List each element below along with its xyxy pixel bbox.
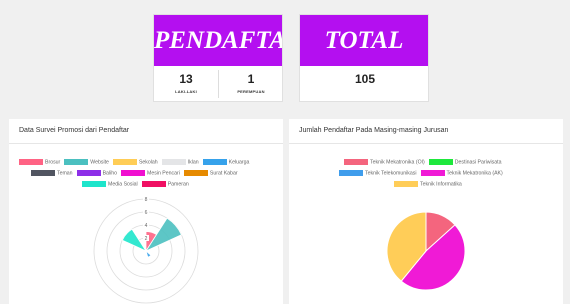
department-panel-title: Jumlah Pendaftar Pada Masing-masing Juru… <box>289 119 563 144</box>
pendaftar-card-title: PENDAFTAR <box>154 15 282 66</box>
legend-label: Media Sosial <box>108 181 138 188</box>
male-label: LAKI-LAKI <box>175 89 197 94</box>
legend-label: Destinasi Pariwisata <box>454 159 502 166</box>
survey-legend-baliho[interactable]: Baliho <box>76 170 117 177</box>
legend-swatch <box>394 181 418 187</box>
legend-swatch <box>202 159 227 165</box>
survey-legend-media-sosial[interactable]: Media Sosial <box>82 181 138 187</box>
female-count: 1 <box>247 72 255 86</box>
legend-swatch <box>141 181 166 187</box>
legend-swatch <box>183 170 208 176</box>
department-pie-chart <box>386 211 466 291</box>
total-card: TOTAL 105 <box>299 14 429 102</box>
polar-tick-label: 8 <box>145 197 148 203</box>
female-stat: 1 PEREMPUAN <box>219 66 282 101</box>
department-legend-teknik-telekomunikasi[interactable]: Teknik Telekomunikasi <box>339 170 417 176</box>
legend-label: Keluarga <box>228 159 250 166</box>
legend-label: Surat Kabar <box>209 170 238 177</box>
polar-tick-label: 2 <box>145 236 148 242</box>
survey-legend-teman[interactable]: Teman <box>31 170 73 176</box>
legend-label: Iklan <box>187 159 199 166</box>
legend-swatch <box>76 170 101 176</box>
department-legend-row-1: Teknik Mekatronika (OI) Destinasi Pariwis… <box>344 159 506 165</box>
survey-legend-website[interactable]: Website <box>64 159 109 165</box>
department-legend-row-3: Teknik Informatika <box>394 181 466 187</box>
total-stat: 105 <box>300 66 428 101</box>
legend-swatch <box>31 170 55 176</box>
female-label: PEREMPUAN <box>237 89 265 94</box>
survey-legend-keluarga[interactable]: Keluarga <box>202 159 250 166</box>
total-card-title: TOTAL <box>300 15 428 66</box>
legend-label: Mesin Pencari <box>147 170 180 177</box>
legend-label: Website <box>90 159 109 166</box>
legend-swatch <box>64 159 89 165</box>
legend-swatch <box>344 159 368 165</box>
pendaftar-card: PENDAFTAR 13 LAKI-LAKI 1 PEREMPUAN <box>153 14 283 102</box>
department-legend-destinasi-pariwisata[interactable]: Destinasi Pariwisata <box>428 159 502 166</box>
legend-swatch <box>420 170 445 176</box>
legend-label: Pameran <box>167 181 189 188</box>
survey-legend-pameran[interactable]: Pameran <box>141 181 189 188</box>
legend-label: Teman <box>57 170 73 177</box>
department-legend-teknik-mekatronika-oi[interactable]: Teknik Mekatronika (OI) <box>344 159 425 165</box>
survey-legend-brosur[interactable]: Brosur <box>19 159 60 165</box>
legend-swatch <box>339 170 363 176</box>
legend-swatch <box>19 159 43 165</box>
total-count: 105 <box>354 72 376 86</box>
department-legend-teknik-informatika[interactable]: Teknik Informatika <box>394 181 462 187</box>
legend-swatch <box>112 159 137 165</box>
survey-legend-row-1: Brosur Website Sekolah Iklan Keluarga <box>19 159 253 165</box>
legend-label: Teknik Informatika <box>420 181 462 188</box>
legend-swatch <box>121 170 145 176</box>
department-panel: Jumlah Pendaftar Pada Masing-masing Juru… <box>289 119 563 304</box>
legend-label: Baliho <box>102 170 117 177</box>
legend-label: Brosur <box>45 159 61 166</box>
survey-legend-sekolah[interactable]: Sekolah <box>112 159 158 166</box>
legend-label: Teknik Telekomunikasi <box>365 170 417 177</box>
legend-swatch <box>161 159 186 165</box>
polar-tick-label: 6 <box>145 210 148 216</box>
legend-label: Teknik Mekatronika (AK) <box>446 170 503 177</box>
legend-swatch <box>428 159 453 165</box>
survey-polar-chart: 2 4 6 8 <box>93 196 199 304</box>
male-stat: 13 LAKI-LAKI <box>154 66 218 101</box>
survey-panel: Data Survei Promosi dari Pendaftar Brosu… <box>9 119 283 304</box>
polar-segment-media-sosial[interactable] <box>121 228 148 252</box>
survey-legend-row-3: Media Sosial Pameran <box>82 181 193 187</box>
survey-legend-mesin-pencari[interactable]: Mesin Pencari <box>121 170 180 176</box>
department-legend-teknik-mekatronika-ak[interactable]: Teknik Mekatronika (AK) <box>420 170 503 177</box>
legend-swatch <box>82 181 106 187</box>
survey-panel-title: Data Survei Promosi dari Pendaftar <box>9 119 283 144</box>
polar-segment-keluarga[interactable] <box>145 249 152 258</box>
legend-label: Sekolah <box>138 159 158 166</box>
department-legend-row-2: Teknik Telekomunikasi Teknik Mekatronika … <box>339 170 507 176</box>
legend-label: Teknik Mekatronika (OI) <box>370 159 425 166</box>
male-count: 13 <box>179 72 193 86</box>
survey-legend-iklan[interactable]: Iklan <box>161 159 199 166</box>
survey-legend-row-2: Teman Baliho Mesin Pencari Surat Kabar <box>31 170 242 176</box>
survey-legend-surat-kabar[interactable]: Surat Kabar <box>183 170 238 177</box>
polar-tick-label: 4 <box>145 223 148 229</box>
